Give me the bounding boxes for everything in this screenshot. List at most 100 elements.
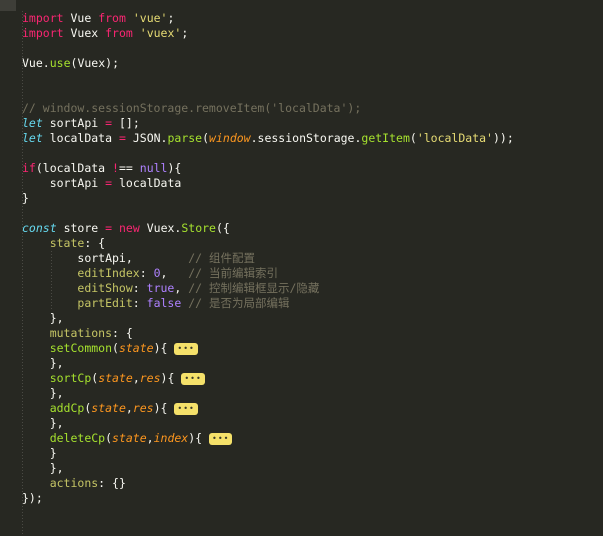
code-token: editIndex <box>77 266 140 280</box>
code-line[interactable]: Vue.use(Vuex); <box>0 56 603 71</box>
code-token: ( <box>409 131 417 145</box>
code-line[interactable] <box>0 506 603 521</box>
code-token: ){ <box>167 161 182 175</box>
code-token: window <box>209 131 251 145</box>
code-line[interactable]: sortCp(state,res){ ••• <box>0 371 603 386</box>
code-token: []; <box>119 116 140 130</box>
code-fold-badge[interactable]: ••• <box>174 403 198 415</box>
code-token: actions <box>49 476 99 490</box>
code-fold-badge[interactable]: ••• <box>181 373 205 385</box>
code-line[interactable]: let localData = JSON.parse(window.sessio… <box>0 131 603 146</box>
code-token: parse <box>167 131 203 145</box>
code-token: : <box>139 266 154 280</box>
code-token: from <box>105 26 133 40</box>
code-token: ){ <box>188 431 203 445</box>
code-token: ! <box>112 161 119 175</box>
code-token: localData <box>118 176 182 190</box>
code-line[interactable]: import Vue from 'vue'; <box>0 11 603 26</box>
code-content[interactable]: import Vue from 'vue'; import Vuex from '… <box>0 11 603 536</box>
editor-corner-block <box>0 0 16 11</box>
code-line[interactable] <box>0 86 603 101</box>
code-line[interactable]: sortApi = localData <box>0 176 603 191</box>
code-line[interactable]: }, <box>0 416 603 431</box>
code-token: : { <box>112 326 133 340</box>
code-line[interactable]: // window.sessionStorage.removeItem('loc… <box>0 101 603 116</box>
code-token: new <box>119 221 140 235</box>
code-line[interactable]: editIndex: 0, // 当前编辑索引 <box>0 266 603 281</box>
code-editor-pane[interactable]: import Vue from 'vue'; import Vuex from '… <box>0 0 603 536</box>
code-token: 0 <box>153 266 161 280</box>
code-line[interactable]: setCommon(state){ ••• <box>0 341 603 356</box>
code-token: from <box>98 11 126 25</box>
code-fold-badge[interactable]: ••• <box>209 433 233 445</box>
code-token: 'localData' <box>416 131 493 145</box>
code-line[interactable]: if(localData !== null){ <box>0 161 603 176</box>
code-line[interactable] <box>0 71 603 86</box>
code-token: index <box>153 431 189 445</box>
code-token: // window.sessionStorage.removeItem('loc… <box>22 101 362 115</box>
code-line[interactable] <box>0 206 603 221</box>
code-line[interactable]: editShow: true, // 控制编辑框显示/隐藏 <box>0 281 603 296</box>
indent-guide <box>22 206 23 221</box>
code-token: == <box>118 161 133 175</box>
code-token: ({ <box>215 221 230 235</box>
code-token: ; <box>112 56 120 70</box>
code-line[interactable]: }, <box>0 311 603 326</box>
code-line[interactable]: }, <box>0 461 603 476</box>
code-token: ; <box>167 11 175 25</box>
code-token: state <box>91 401 126 415</box>
code-line[interactable]: }); <box>0 491 603 506</box>
code-line[interactable]: } <box>0 446 603 461</box>
code-line[interactable]: } <box>0 191 603 206</box>
code-line[interactable]: sortApi, // 组件配置 <box>0 251 603 266</box>
indent-guide <box>22 521 23 536</box>
code-line[interactable]: let sortApi = []; <box>0 116 603 131</box>
code-line[interactable]: actions: {} <box>0 476 603 491</box>
indent-guide <box>22 506 23 521</box>
code-token: } <box>49 446 57 460</box>
code-token: sortApi <box>49 116 99 130</box>
indent-guide <box>22 146 23 161</box>
code-token: )); <box>492 131 514 145</box>
code-line[interactable]: state: { <box>0 236 603 251</box>
code-token: ( <box>105 431 113 445</box>
code-line[interactable] <box>0 146 603 161</box>
code-line[interactable] <box>0 521 603 536</box>
code-token: : {} <box>98 476 126 490</box>
code-token: , <box>125 251 133 265</box>
code-token: // 是否为局部编辑 <box>188 296 290 310</box>
code-fold-badge[interactable]: ••• <box>174 343 198 355</box>
code-line[interactable] <box>0 41 603 56</box>
code-line[interactable]: }, <box>0 356 603 371</box>
code-token: . <box>250 131 258 145</box>
code-token: store <box>63 221 99 235</box>
code-token: state <box>98 371 133 385</box>
code-line[interactable]: import Vuex from 'vuex'; <box>0 26 603 41</box>
code-token: sessionStorage <box>257 131 355 145</box>
code-token: = <box>118 131 126 145</box>
code-token: addCp <box>49 401 85 415</box>
code-line[interactable]: mutations: { <box>0 326 603 341</box>
code-line[interactable]: partEdit: false // 是否为局部编辑 <box>0 296 603 311</box>
code-line[interactable]: const store = new Vuex.Store({ <box>0 221 603 236</box>
code-line[interactable]: addCp(state,res){ ••• <box>0 401 603 416</box>
code-line[interactable]: deleteCp(state,index){ ••• <box>0 431 603 446</box>
code-line[interactable]: }, <box>0 386 603 401</box>
